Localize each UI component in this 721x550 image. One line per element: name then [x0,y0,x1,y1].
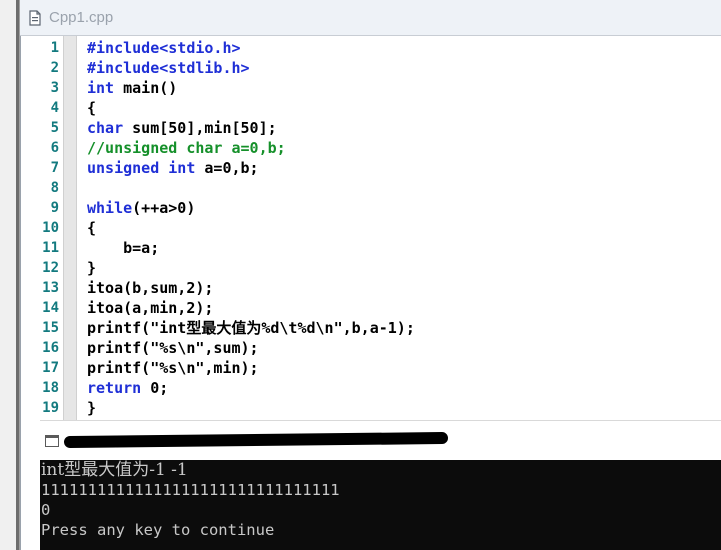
tab-file-title[interactable]: Cpp1.cpp [49,9,113,26]
code-line[interactable]: while(++a>0) [87,198,195,218]
editor-tab-bar: Cpp1.cpp [20,0,721,36]
line-number: 9 [50,200,59,216]
line-number: 8 [50,180,59,196]
keyword-token: char [87,119,124,137]
code-token: (++a>0) [132,199,196,217]
line-number: 14 [42,300,59,316]
line-number: 4 [50,100,59,116]
code-line[interactable]: unsigned int a=0,b; [87,158,259,178]
console-line: int型最大值为-1 -1 [41,460,188,480]
line-number: 19 [42,400,59,416]
line-number: 6 [50,140,59,156]
code-line[interactable]: printf("%s\n",min); [87,358,259,378]
code-token: sum[50],min[50]; [123,119,277,137]
line-number-gutter: 1 2 3 4 5 6 7 8 9 10 11 12 13 14 15 16 17 18 19 [21,36,63,420]
line-number: 16 [42,340,59,356]
gutter-margin [63,36,77,420]
keyword-token: while [87,199,133,217]
code-line[interactable]: { [87,218,96,238]
line-number: 11 [42,240,59,256]
code-token: a=0,b; [195,159,259,177]
keyword-token: int [168,159,196,177]
keyword-token: unsigned [87,159,160,177]
frame-strip [20,420,40,550]
redacted-title-mark [63,431,449,449]
code-line[interactable]: return 0; [87,378,168,398]
line-number: 15 [42,320,59,336]
console-output: int型最大值为-1 -1 11111111111111111111111111… [40,460,721,550]
line-number: 17 [42,360,59,376]
console-line: 0 [41,501,51,519]
line-number: 2 [50,60,59,76]
code-line[interactable]: } [87,258,96,278]
code-line[interactable]: int main() [87,78,177,98]
code-line[interactable]: b=a; [87,238,159,258]
code-line[interactable]: //unsigned char a=0,b; [87,138,286,158]
code-token: main() [114,79,178,97]
line-number: 1 [50,40,59,56]
keyword-token: return [87,379,142,397]
line-number: 5 [50,120,59,136]
line-number: 3 [50,80,59,96]
line-number: 10 [42,220,59,236]
console-line: Press any key to continue [41,521,275,539]
code-line[interactable]: char sum[50],min[50]; [87,118,277,138]
code-line[interactable]: } [87,398,96,418]
code-editor[interactable]: 1 2 3 4 5 6 7 8 9 10 11 12 13 14 15 16 17 18 19 #include<s… [20,36,721,420]
code-line[interactable]: itoa(b,sum,2); [87,278,213,298]
ide-frame-border [0,0,20,550]
code-line[interactable]: itoa(a,min,2); [87,298,213,318]
keyword-token: int [87,79,115,97]
code-line[interactable]: { [87,98,96,118]
code-line[interactable]: printf("%s\n",sum); [87,338,259,358]
code-line[interactable]: printf("int型最大值为%d\t%d\n",b,a-1); [87,318,415,338]
code-token: 0; [141,379,169,397]
console-window-icon [45,434,59,447]
code-line[interactable]: #include<stdio.h> [87,38,241,58]
console-title-bar [40,420,721,460]
line-number: 13 [42,280,59,296]
console-line: 11111111111111111111111111111111 [41,481,340,499]
line-number: 7 [50,160,59,176]
line-number: 12 [42,260,59,276]
document-icon [27,9,43,26]
code-line[interactable]: #include<stdlib.h> [87,58,250,78]
line-number: 18 [42,380,59,396]
